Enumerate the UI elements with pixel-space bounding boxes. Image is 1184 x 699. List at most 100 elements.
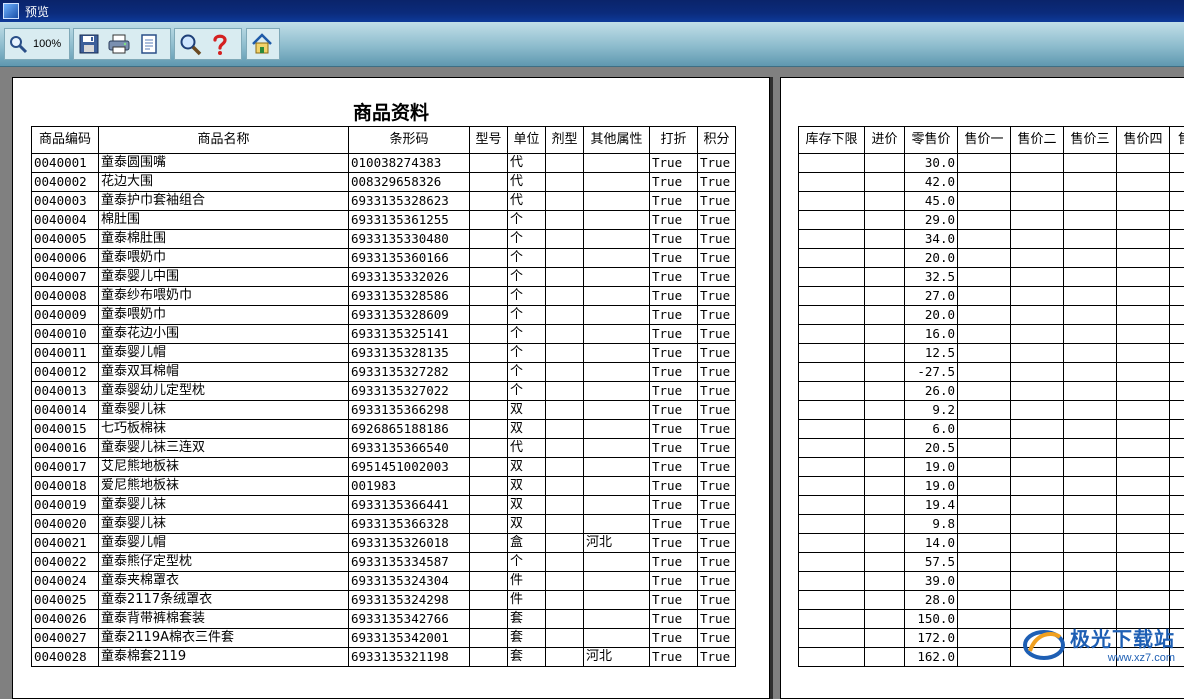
table-cell: 七巧板棉袜 xyxy=(99,420,349,439)
table-cell: 童泰背带裤棉套装 xyxy=(99,610,349,629)
find-button[interactable] xyxy=(175,29,205,59)
exit-button[interactable] xyxy=(247,29,277,59)
table-cell xyxy=(865,553,905,572)
table-cell xyxy=(958,648,1011,667)
printer-icon xyxy=(107,33,131,55)
table-row: 27.0 xyxy=(799,287,1184,306)
table-cell: 河北 xyxy=(584,648,650,667)
table-cell xyxy=(1117,401,1170,420)
table-cell xyxy=(1117,363,1170,382)
table-cell xyxy=(1117,477,1170,496)
table-cell: 6933135332026 xyxy=(349,268,470,287)
table-cell xyxy=(865,306,905,325)
search-help-group xyxy=(174,28,242,60)
table-cell xyxy=(584,629,650,648)
file-group xyxy=(73,28,171,60)
table-cell xyxy=(584,268,650,287)
table-row: 0040004棉肚围6933135361255个TrueTrue xyxy=(32,211,736,230)
column-header: 售价四 xyxy=(1117,127,1170,154)
table-cell xyxy=(470,591,508,610)
preview-workspace[interactable]: 商品资料 商品编码商品名称条形码型号单位剂型其他属性打折积分 0040001童泰… xyxy=(0,67,1184,673)
table-cell xyxy=(1117,192,1170,211)
table-cell xyxy=(1117,306,1170,325)
table-cell: 河北 xyxy=(584,534,650,553)
table-cell xyxy=(1011,496,1064,515)
table-cell xyxy=(1117,344,1170,363)
table-cell xyxy=(865,420,905,439)
table-cell xyxy=(958,610,1011,629)
table-cell xyxy=(1064,477,1117,496)
watermark-name: 极光下载站 xyxy=(1070,623,1175,652)
table-cell xyxy=(799,515,865,534)
table-cell xyxy=(1117,439,1170,458)
table-row: 0040025童泰2117条绒罩衣6933135324298件TrueTrue xyxy=(32,591,736,610)
floppy-disk-icon xyxy=(78,33,100,55)
page-setup-button[interactable] xyxy=(134,29,164,59)
table-cell: 0040008 xyxy=(32,287,99,306)
table-cell: True xyxy=(650,154,698,173)
column-header: 库存下限 xyxy=(799,127,865,154)
save-button[interactable] xyxy=(74,29,104,59)
table-cell xyxy=(865,439,905,458)
table-cell xyxy=(865,173,905,192)
table-cell xyxy=(958,211,1011,230)
table-cell xyxy=(584,401,650,420)
table-cell: 童泰婴儿袜 xyxy=(99,515,349,534)
watermark: 极光下载站 www.xz7.com xyxy=(1022,618,1182,668)
retail-price-cell: 14.0 xyxy=(905,534,958,553)
table-cell: True xyxy=(650,648,698,667)
zoom-button[interactable] xyxy=(5,29,31,59)
table-cell xyxy=(958,629,1011,648)
table-cell xyxy=(584,382,650,401)
table-cell: 代 xyxy=(508,192,546,211)
table-cell xyxy=(865,496,905,515)
table-cell xyxy=(865,534,905,553)
table-cell xyxy=(1064,382,1117,401)
table-cell xyxy=(584,192,650,211)
table-cell: True xyxy=(650,173,698,192)
table-cell xyxy=(958,534,1011,553)
table-cell xyxy=(546,287,584,306)
table-cell: 6933135328135 xyxy=(349,344,470,363)
table-cell xyxy=(799,477,865,496)
table-cell xyxy=(865,610,905,629)
table-cell: True xyxy=(698,363,736,382)
table-cell xyxy=(584,154,650,173)
retail-price-cell: 20.5 xyxy=(905,439,958,458)
table-cell xyxy=(584,458,650,477)
table-row: 0040027童泰2119A棉衣三件套6933135342001套TrueTru… xyxy=(32,629,736,648)
table-cell: 童泰棉肚围 xyxy=(99,230,349,249)
table-cell xyxy=(1064,496,1117,515)
table-row: 20.0 xyxy=(799,249,1184,268)
table-cell: 0040005 xyxy=(32,230,99,249)
help-button[interactable] xyxy=(205,29,235,59)
column-header: 打折 xyxy=(650,127,698,154)
table-cell: True xyxy=(698,154,736,173)
table-cell xyxy=(1170,325,1184,344)
table-cell: True xyxy=(698,591,736,610)
table-cell xyxy=(470,363,508,382)
table-cell xyxy=(546,192,584,211)
table-cell: 0040024 xyxy=(32,572,99,591)
table-cell: 6933135366328 xyxy=(349,515,470,534)
table-row: 0040018爱尼熊地板袜001983双TrueTrue xyxy=(32,477,736,496)
table-cell xyxy=(1064,534,1117,553)
table-cell xyxy=(470,496,508,515)
table-cell: True xyxy=(698,344,736,363)
home-exit-icon xyxy=(250,32,274,56)
column-header: 其他属性 xyxy=(584,127,650,154)
table-cell: 双 xyxy=(508,420,546,439)
table-cell xyxy=(799,344,865,363)
table-cell: True xyxy=(650,325,698,344)
table-row: 32.5 xyxy=(799,268,1184,287)
table-cell: True xyxy=(650,249,698,268)
print-button[interactable] xyxy=(104,29,134,59)
table-cell xyxy=(799,173,865,192)
table-cell: 童泰护巾套袖组合 xyxy=(99,192,349,211)
table-cell xyxy=(546,325,584,344)
table-cell: True xyxy=(650,192,698,211)
table-cell xyxy=(865,401,905,420)
table-cell: True xyxy=(650,382,698,401)
table-cell xyxy=(546,382,584,401)
table-cell xyxy=(1064,230,1117,249)
